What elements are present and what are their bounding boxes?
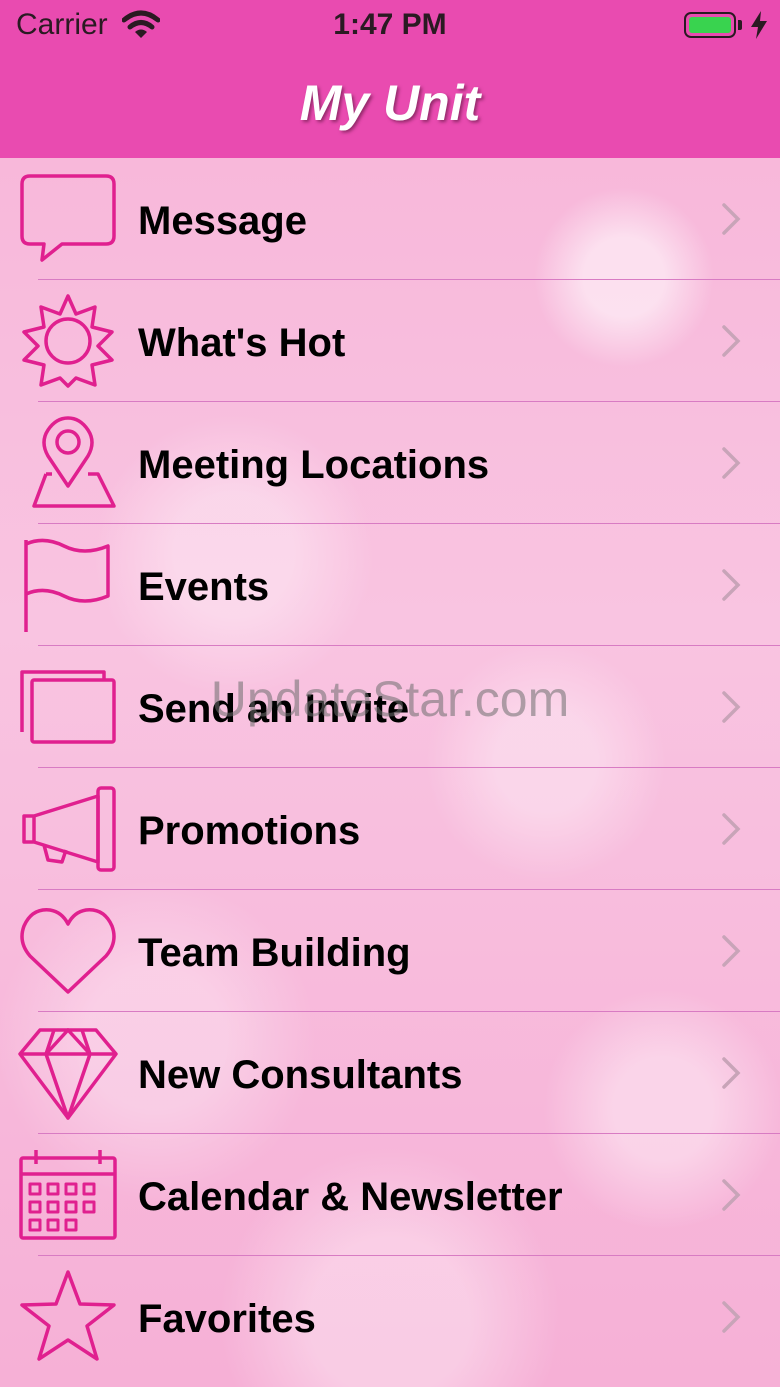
menu-item-favorites[interactable]: Favorites bbox=[0, 1256, 780, 1378]
calendar-icon bbox=[19, 1150, 117, 1240]
cards-icon bbox=[20, 670, 116, 744]
battery-level bbox=[689, 17, 731, 33]
menu-item-label: New Consultants bbox=[138, 1053, 463, 1097]
menu-item-promotions[interactable]: Promotions bbox=[0, 768, 780, 890]
heart-icon bbox=[20, 908, 116, 994]
status-time: 1:47 PM bbox=[333, 8, 447, 41]
menu-item-team-building[interactable]: Team Building bbox=[0, 890, 780, 1012]
chevron-right-icon bbox=[722, 447, 741, 479]
chevron-right-icon bbox=[722, 691, 741, 723]
menu-item-meeting-locations[interactable]: Meeting Locations bbox=[0, 402, 780, 524]
navigation-bar: My Unit bbox=[0, 56, 780, 158]
menu-item-label: Team Building bbox=[138, 931, 411, 975]
diamond-icon bbox=[18, 1028, 118, 1120]
flag-icon bbox=[24, 538, 110, 632]
chevron-right-icon bbox=[722, 813, 741, 845]
status-bar: Carrier 1:47 PM bbox=[0, 0, 780, 56]
chevron-right-icon bbox=[722, 1179, 741, 1211]
chevron-right-icon bbox=[722, 203, 741, 235]
menu-item-label: Send an Invite bbox=[138, 687, 410, 731]
app-screen: Carrier 1:47 PM My Unit Message What's H… bbox=[0, 0, 780, 1387]
page-title: My Unit bbox=[299, 75, 481, 131]
battery-nub bbox=[738, 20, 742, 30]
menu-item-whats-hot[interactable]: What's Hot bbox=[0, 280, 780, 402]
chevron-right-icon bbox=[722, 1057, 741, 1089]
menu-list: Message What's Hot Meeting Locations Eve… bbox=[0, 158, 780, 1378]
menu-item-label: Favorites bbox=[138, 1297, 316, 1341]
menu-item-send-an-invite[interactable]: Send an Invite bbox=[0, 646, 780, 768]
menu-item-label: Message bbox=[138, 199, 307, 243]
star-icon bbox=[20, 1270, 116, 1361]
sun-icon bbox=[22, 294, 114, 388]
menu-item-label: Promotions bbox=[138, 809, 361, 853]
speech-bubble-icon bbox=[20, 174, 116, 262]
menu-item-new-consultants[interactable]: New Consultants bbox=[0, 1012, 780, 1134]
chevron-right-icon bbox=[722, 569, 741, 601]
menu-item-label: Calendar & Newsletter bbox=[138, 1175, 563, 1219]
battery-icon bbox=[684, 12, 736, 38]
map-pin-icon bbox=[32, 416, 116, 508]
menu-item-label: Events bbox=[138, 565, 270, 609]
menu-item-label: Meeting Locations bbox=[138, 443, 490, 487]
chevron-right-icon bbox=[722, 935, 741, 967]
chevron-right-icon bbox=[722, 1301, 741, 1333]
menu-item-label: What's Hot bbox=[138, 321, 346, 365]
menu-item-message[interactable]: Message bbox=[0, 158, 780, 280]
chevron-right-icon bbox=[722, 325, 741, 357]
charging-bolt-icon bbox=[751, 11, 767, 39]
megaphone-icon bbox=[22, 786, 116, 872]
menu-item-events[interactable]: Events bbox=[0, 524, 780, 646]
menu-item-calendar-newsletter[interactable]: Calendar & Newsletter bbox=[0, 1134, 780, 1256]
